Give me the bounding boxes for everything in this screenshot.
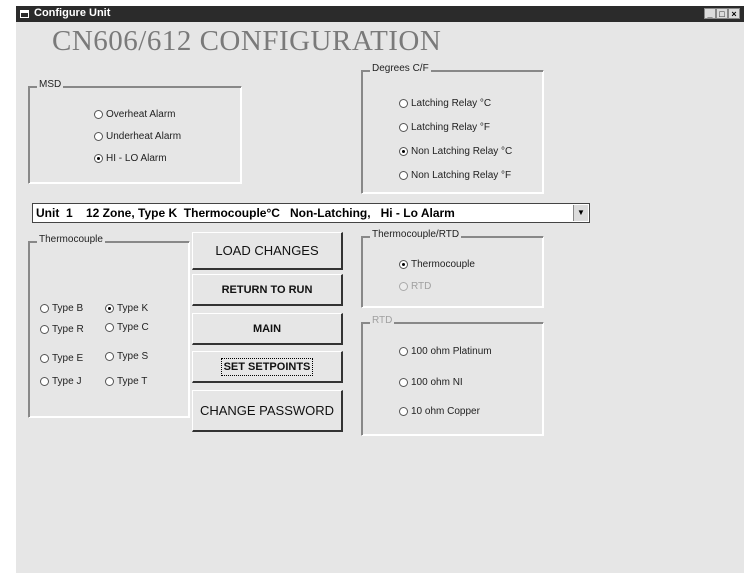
radio-label: Non Latching Relay °F	[411, 170, 512, 181]
rtd-group-title: RTD	[370, 315, 395, 326]
radio-label: Type E	[52, 353, 84, 364]
set-setpoints-button[interactable]: SET SETPOINTS	[192, 351, 343, 383]
radio-type-c[interactable]: Type C	[105, 322, 149, 333]
sensor-type-group: Thermocouple/RTD Thermocouple RTD	[361, 229, 544, 308]
minimize-button[interactable]: _	[704, 8, 716, 19]
radio-10-ohm-copper[interactable]: 10 ohm Copper	[399, 406, 480, 417]
button-label: SET SETPOINTS	[220, 357, 314, 376]
radio-non-latching-relay-f[interactable]: Non Latching Relay °F	[399, 170, 511, 181]
radio-overheat-alarm[interactable]: Overheat Alarm	[94, 109, 175, 120]
radio-underheat-alarm[interactable]: Underheat Alarm	[94, 131, 181, 142]
radio-button-icon	[399, 171, 408, 180]
radio-label: Non Latching Relay °C	[411, 146, 513, 157]
radio-button-icon	[105, 352, 114, 361]
radio-label: Overheat Alarm	[106, 109, 176, 120]
radio-type-s[interactable]: Type S	[105, 351, 148, 362]
degrees-group-title: Degrees C/F	[370, 63, 431, 74]
radio-type-t[interactable]: Type T	[105, 376, 147, 387]
sensor-type-group-title: Thermocouple/RTD	[370, 229, 462, 240]
radio-type-r[interactable]: Type R	[40, 324, 84, 335]
unit-select[interactable]: Unit 1 12 Zone, Type K Thermocouple°C No…	[32, 203, 590, 223]
radio-label: 10 ohm Copper	[411, 406, 480, 417]
radio-button-icon	[40, 354, 49, 363]
radio-label: Type R	[52, 324, 84, 335]
close-button[interactable]: ×	[728, 8, 740, 19]
radio-type-b[interactable]: Type B	[40, 303, 83, 314]
radio-type-e[interactable]: Type E	[40, 353, 83, 364]
rtd-group: RTD 100 ohm Platinum 100 ohm NI 10 ohm C…	[361, 315, 544, 436]
radio-label: Thermocouple	[411, 259, 475, 270]
radio-button-disabled-icon	[399, 282, 408, 291]
radio-label: RTD	[411, 281, 432, 292]
radio-100-ohm-platinum[interactable]: 100 ohm Platinum	[399, 346, 492, 357]
page-title: CN606/612 CONFIGURATION	[52, 25, 442, 57]
configure-unit-window: Configure Unit _ □ × CN606/612 CONFIGURA…	[16, 6, 744, 573]
radio-hi-lo-alarm[interactable]: HI - LO Alarm	[94, 153, 167, 164]
button-label: LOAD CHANGES	[215, 243, 319, 258]
radio-label: Type T	[117, 376, 148, 387]
radio-button-icon	[399, 347, 408, 356]
change-password-button[interactable]: CHANGE PASSWORD	[192, 390, 343, 432]
radio-label: Type S	[117, 351, 149, 362]
msd-group: MSD Overheat Alarm Underheat Alarm HI - …	[28, 79, 242, 184]
radio-thermocouple[interactable]: Thermocouple	[399, 259, 475, 270]
radio-button-icon	[399, 378, 408, 387]
radio-button-icon	[40, 304, 49, 313]
radio-button-icon	[105, 323, 114, 332]
radio-label: 100 ohm NI	[411, 377, 463, 388]
msd-group-title: MSD	[37, 79, 64, 90]
radio-label: Underheat Alarm	[106, 131, 182, 142]
button-label: CHANGE PASSWORD	[199, 403, 335, 418]
radio-button-selected-icon	[399, 260, 408, 269]
load-changes-button[interactable]: LOAD CHANGES	[192, 232, 343, 270]
chevron-down-icon[interactable]: ▼	[573, 205, 588, 221]
button-label: MAIN	[252, 322, 282, 335]
radio-type-k[interactable]: Type K	[105, 303, 148, 314]
title-bar[interactable]: Configure Unit _ □ ×	[16, 6, 744, 22]
radio-label: HI - LO Alarm	[106, 153, 167, 164]
maximize-button[interactable]: □	[716, 8, 728, 19]
window-icon	[20, 10, 29, 18]
radio-label: Latching Relay °C	[411, 98, 492, 109]
radio-non-latching-relay-c[interactable]: Non Latching Relay °C	[399, 146, 512, 157]
radio-label: Type K	[117, 303, 149, 314]
radio-100-ohm-ni[interactable]: 100 ohm NI	[399, 377, 463, 388]
radio-button-icon	[40, 325, 49, 334]
window-title: Configure Unit	[34, 7, 111, 19]
radio-button-icon	[94, 132, 103, 141]
radio-button-selected-icon	[105, 304, 114, 313]
radio-button-icon	[105, 377, 114, 386]
radio-label: 100 ohm Platinum	[411, 346, 492, 357]
radio-button-icon	[399, 407, 408, 416]
degrees-group: Degrees C/F Latching Relay °C Latching R…	[361, 63, 544, 194]
radio-button-icon	[94, 110, 103, 119]
radio-type-j[interactable]: Type J	[40, 376, 81, 387]
radio-label: Latching Relay °F	[411, 122, 491, 133]
unit-select-value: Unit 1 12 Zone, Type K Thermocouple°C No…	[36, 206, 455, 220]
radio-button-selected-icon	[94, 154, 103, 163]
thermocouple-group-title: Thermocouple	[37, 234, 105, 245]
main-button[interactable]: MAIN	[192, 313, 343, 345]
button-label: RETURN TO RUN	[221, 283, 313, 296]
radio-label: Type B	[52, 303, 84, 314]
radio-button-icon	[40, 377, 49, 386]
thermocouple-group: Thermocouple Type B Type K Type R Type C…	[28, 234, 190, 418]
radio-button-icon	[399, 99, 408, 108]
radio-latching-relay-c[interactable]: Latching Relay °C	[399, 98, 491, 109]
radio-label: Type C	[117, 322, 149, 333]
radio-button-selected-icon	[399, 147, 408, 156]
radio-rtd[interactable]: RTD	[399, 281, 431, 292]
radio-latching-relay-f[interactable]: Latching Relay °F	[399, 122, 490, 133]
radio-label: Type J	[52, 376, 82, 387]
radio-button-icon	[399, 123, 408, 132]
return-to-run-button[interactable]: RETURN TO RUN	[192, 274, 343, 306]
